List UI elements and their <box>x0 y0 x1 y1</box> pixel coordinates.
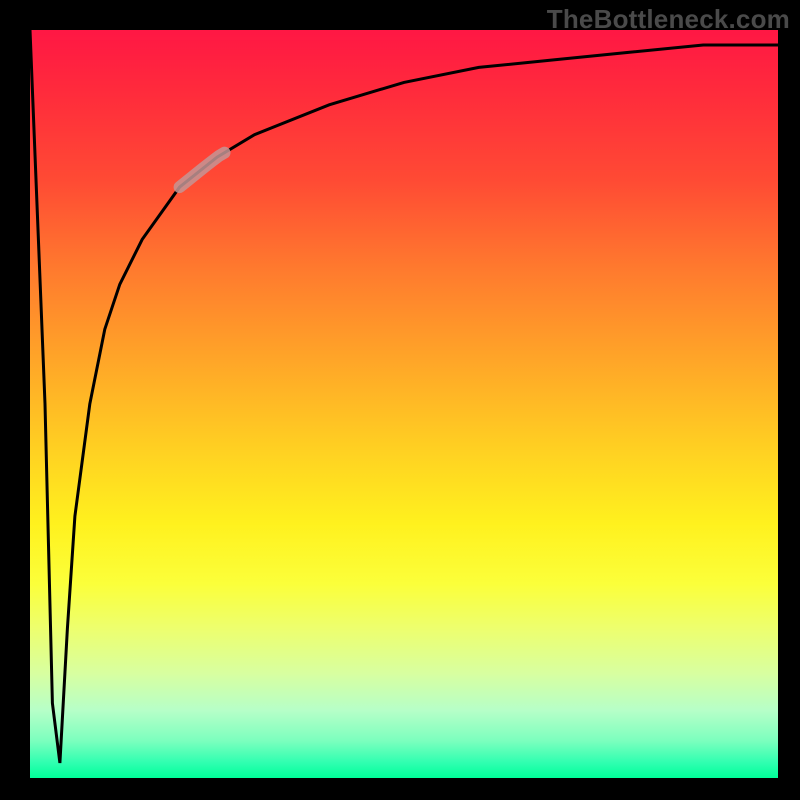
bottleneck-curve-path <box>30 30 778 763</box>
plot-area <box>30 30 778 778</box>
chart-frame: TheBottleneck.com <box>0 0 800 800</box>
curve-svg <box>30 30 778 778</box>
bottleneck-curve-highlight <box>180 153 225 187</box>
